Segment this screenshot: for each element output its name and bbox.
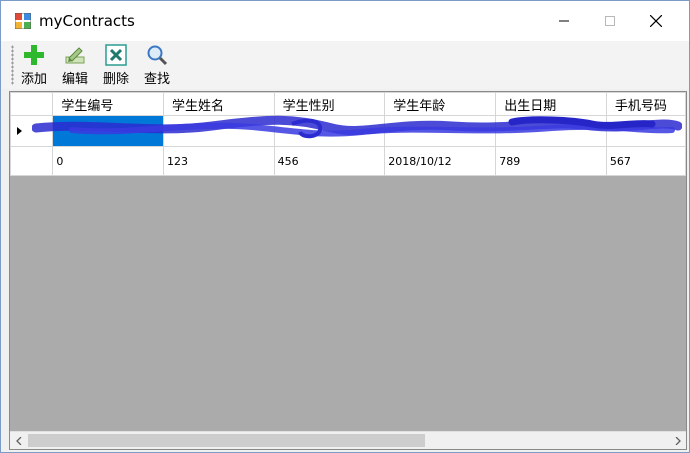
close-icon — [650, 15, 662, 27]
table-cell[interactable]: 123 — [163, 146, 275, 176]
table-cell[interactable] — [52, 115, 165, 147]
add-button-label: 添加 — [21, 72, 48, 87]
contracts-table: 学生编号 学生姓名 学生性别 学生年龄 出生日期 手机号码 0 123 456 … — [10, 92, 686, 176]
column-header[interactable]: 学生姓名 — [163, 92, 275, 116]
maximize-icon — [605, 16, 615, 26]
find-button[interactable]: 查找 — [144, 43, 170, 87]
scroll-right-icon — [675, 436, 681, 445]
minimize-icon — [559, 20, 569, 22]
main-window: myContracts 添加 编辑 删除 查找 学生编号 学生姓名 学生性别 学… — [0, 0, 690, 453]
edit-button[interactable]: 编辑 — [62, 43, 88, 87]
edit-pencil-icon — [65, 47, 85, 64]
data-grid[interactable]: 学生编号 学生姓名 学生性别 学生年龄 出生日期 手机号码 0 123 456 … — [9, 91, 687, 450]
scroll-left-icon — [15, 436, 21, 445]
title-bar[interactable]: myContracts — [1, 1, 689, 41]
scroll-right-button[interactable] — [669, 432, 686, 449]
corner-header[interactable] — [10, 92, 54, 116]
table-cell[interactable]: 456 — [273, 146, 386, 176]
column-header[interactable]: 出生日期 — [495, 92, 607, 116]
delete-x-icon — [105, 44, 127, 66]
add-button[interactable]: 添加 — [21, 43, 47, 87]
table-cell[interactable] — [495, 115, 607, 147]
edit-button-label: 编辑 — [62, 72, 89, 87]
row-header[interactable] — [10, 146, 54, 176]
find-button-label: 查找 — [144, 72, 171, 87]
toolbar-grip[interactable] — [11, 45, 14, 85]
table-cell[interactable]: 2018/10/12 — [384, 146, 497, 176]
toolbar: 添加 编辑 删除 查找 — [1, 41, 689, 89]
add-plus-icon — [24, 45, 44, 65]
table-cell[interactable]: 0 — [52, 146, 165, 176]
delete-button[interactable]: 删除 — [103, 43, 129, 87]
current-row-arrow-icon — [17, 127, 22, 135]
table-cell[interactable]: 567 — [605, 146, 686, 176]
horizontal-scrollbar[interactable] — [10, 431, 686, 449]
close-button[interactable] — [633, 1, 679, 41]
column-header[interactable]: 手机号码 — [605, 92, 686, 116]
header-row: 学生编号 学生姓名 学生性别 学生年龄 出生日期 手机号码 — [10, 92, 686, 116]
table-cell[interactable] — [605, 115, 686, 147]
table-cell[interactable] — [163, 115, 275, 147]
delete-button-label: 删除 — [103, 72, 130, 87]
scroll-left-button[interactable] — [10, 432, 27, 449]
row-header[interactable] — [10, 115, 54, 147]
table-cell[interactable]: 789 — [495, 146, 607, 176]
maximize-button[interactable] — [587, 1, 633, 41]
column-header[interactable]: 学生性别 — [273, 92, 386, 116]
table-row[interactable]: 0 123 456 2018/10/12 789 567 — [10, 146, 686, 176]
scrollbar-thumb[interactable] — [28, 434, 425, 447]
table-cell[interactable] — [273, 115, 386, 147]
search-magnifier-icon — [147, 45, 168, 66]
table-row[interactable] — [10, 115, 686, 147]
minimize-button[interactable] — [541, 1, 587, 41]
column-header[interactable]: 学生编号 — [52, 92, 165, 116]
window-title: myContracts — [39, 12, 135, 30]
table-cell[interactable] — [384, 115, 497, 147]
column-header[interactable]: 学生年龄 — [384, 92, 497, 116]
app-window-icon — [15, 13, 31, 29]
